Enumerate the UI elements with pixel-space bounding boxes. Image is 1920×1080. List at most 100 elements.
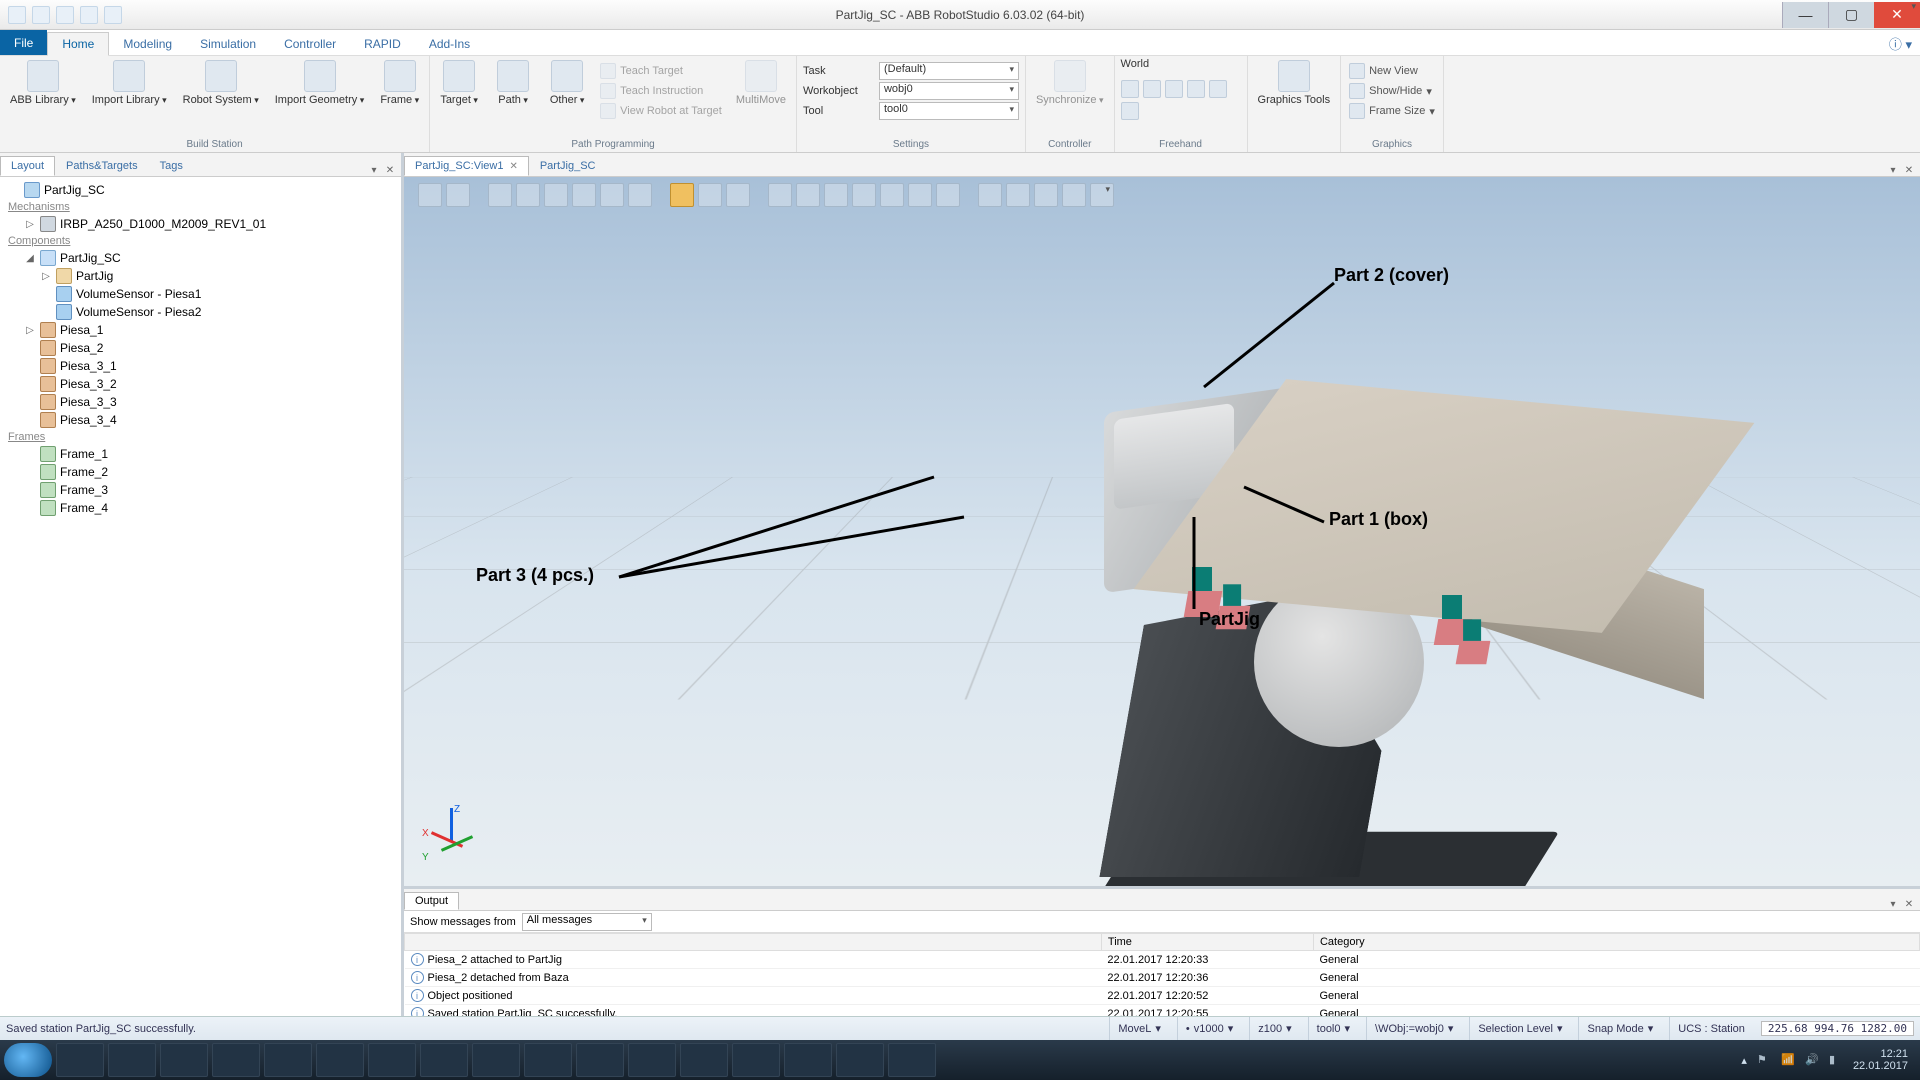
- tray-battery-icon[interactable]: ▮: [1829, 1053, 1843, 1067]
- vp-tool-icon[interactable]: [488, 183, 512, 207]
- status-zone[interactable]: z100 ▾: [1249, 1017, 1299, 1040]
- vp-tool-icon[interactable]: [698, 183, 722, 207]
- taskbar-app[interactable]: [420, 1043, 468, 1077]
- tree-comp-root[interactable]: PartJig_SC: [60, 251, 121, 265]
- vp-tool-icon[interactable]: [852, 183, 876, 207]
- vp-tool-icon[interactable]: [1034, 183, 1058, 207]
- import-library-button[interactable]: Import Library: [88, 58, 171, 108]
- task-select[interactable]: (Default): [879, 62, 1019, 80]
- tags-tab[interactable]: Tags: [149, 156, 194, 176]
- start-button[interactable]: [4, 1043, 52, 1077]
- tree-piesa[interactable]: Piesa_3_2: [60, 377, 117, 391]
- controller-tab[interactable]: Controller: [270, 33, 350, 55]
- taskbar-app[interactable]: [56, 1043, 104, 1077]
- expander-icon[interactable]: ▷: [40, 271, 52, 282]
- target-button[interactable]: Target: [436, 58, 482, 108]
- panel-close-icon[interactable]: ✕: [383, 165, 397, 176]
- taskbar-app[interactable]: [524, 1043, 572, 1077]
- tree-frame[interactable]: Frame_3: [60, 483, 108, 497]
- workobject-select[interactable]: wobj0: [879, 82, 1019, 100]
- taskbar-app[interactable]: [212, 1043, 260, 1077]
- qat-screenshot-icon[interactable]: [80, 6, 98, 24]
- tree-partjig[interactable]: PartJig: [76, 269, 113, 283]
- vp-tool-icon[interactable]: [572, 183, 596, 207]
- output-grid[interactable]: TimeCategory iPiesa_2 attached to PartJi…: [404, 933, 1920, 1016]
- qat-undo-icon[interactable]: [32, 6, 50, 24]
- taskbar-app[interactable]: [784, 1043, 832, 1077]
- expander-icon[interactable]: ▷: [24, 219, 36, 230]
- view-tab-1[interactable]: PartJig_SC:View1✕: [404, 156, 529, 176]
- vp-tool-icon[interactable]: [446, 183, 470, 207]
- tree-piesa[interactable]: Piesa_3_3: [60, 395, 117, 409]
- layout-tab[interactable]: Layout: [0, 156, 55, 176]
- col-category[interactable]: Category: [1313, 934, 1919, 951]
- status-tool[interactable]: tool0 ▾: [1308, 1017, 1358, 1040]
- vp-tool-icon[interactable]: [600, 183, 624, 207]
- qat-redo-icon[interactable]: [56, 6, 74, 24]
- expander-icon[interactable]: ▷: [24, 325, 36, 336]
- tree-frame[interactable]: Frame_2: [60, 465, 108, 479]
- qat-save-icon[interactable]: [8, 6, 26, 24]
- taskbar-app[interactable]: [368, 1043, 416, 1077]
- tray-sound-icon[interactable]: 🔊: [1805, 1053, 1819, 1067]
- freehand-icon[interactable]: [1143, 80, 1161, 98]
- teach-instruction-button[interactable]: Teach Instruction: [598, 82, 724, 100]
- freehand-icon[interactable]: [1209, 80, 1227, 98]
- tree-root[interactable]: PartJig_SC: [44, 183, 105, 197]
- vp-tool-icon[interactable]: [516, 183, 540, 207]
- file-tab[interactable]: File: [0, 30, 47, 55]
- taskbar-app[interactable]: [316, 1043, 364, 1077]
- filter-select[interactable]: All messages: [522, 913, 652, 931]
- vp-tool-icon[interactable]: [908, 183, 932, 207]
- tree-robot[interactable]: IRBP_A250_D1000_M2009_REV1_01: [60, 217, 266, 231]
- tree-piesa[interactable]: Piesa_1: [60, 323, 103, 337]
- tray-network-icon[interactable]: 📶: [1781, 1053, 1795, 1067]
- vp-tool-icon[interactable]: [768, 183, 792, 207]
- freehand-icon[interactable]: [1121, 102, 1139, 120]
- tree-vs1[interactable]: VolumeSensor - Piesa1: [76, 287, 201, 301]
- simulation-tab[interactable]: Simulation: [186, 33, 270, 55]
- status-movel[interactable]: MoveL ▾: [1109, 1017, 1169, 1040]
- vp-tool-icon[interactable]: [796, 183, 820, 207]
- taskbar-app[interactable]: [576, 1043, 624, 1077]
- tree-frame[interactable]: Frame_4: [60, 501, 108, 515]
- modeling-tab[interactable]: Modeling: [109, 33, 186, 55]
- status-snap-mode[interactable]: Snap Mode ▾: [1578, 1017, 1661, 1040]
- tree-piesa[interactable]: Piesa_3_1: [60, 359, 117, 373]
- taskbar-app[interactable]: [888, 1043, 936, 1077]
- vp-tool-icon[interactable]: [1006, 183, 1030, 207]
- freehand-icon[interactable]: [1121, 80, 1139, 98]
- taskbar-app[interactable]: [628, 1043, 676, 1077]
- output-close-icon[interactable]: ✕: [1902, 899, 1916, 910]
- taskbar-app[interactable]: [732, 1043, 780, 1077]
- status-selection-level[interactable]: Selection Level ▾: [1469, 1017, 1570, 1040]
- path-button[interactable]: Path: [490, 58, 536, 108]
- taskbar-app[interactable]: [160, 1043, 208, 1077]
- vp-tool-icon[interactable]: [670, 183, 694, 207]
- vp-tool-icon[interactable]: [1062, 183, 1086, 207]
- taskbar-app[interactable]: [108, 1043, 156, 1077]
- robot-system-button[interactable]: Robot System: [179, 58, 263, 108]
- tree-frame[interactable]: Frame_1: [60, 447, 108, 461]
- vp-tool-icon[interactable]: [880, 183, 904, 207]
- ribbon-help-icon[interactable]: ⓘ ▾: [1889, 34, 1912, 53]
- system-tray[interactable]: ▴ ⚑ 📶 🔊 ▮ 12:21 22.01.2017: [1741, 1048, 1916, 1072]
- output-row[interactable]: iSaved station PartJig_SC successfully.2…: [405, 1005, 1920, 1017]
- view-tab-2[interactable]: PartJig_SC: [529, 156, 607, 176]
- tray-clock[interactable]: 12:21 22.01.2017: [1853, 1048, 1908, 1072]
- abb-library-button[interactable]: ABB Library: [6, 58, 80, 108]
- paths-targets-tab[interactable]: Paths&Targets: [55, 156, 149, 176]
- vp-tool-icon[interactable]: [544, 183, 568, 207]
- graphics-tools-button[interactable]: Graphics Tools: [1254, 58, 1335, 108]
- world-select[interactable]: World: [1121, 58, 1241, 70]
- col-time[interactable]: Time: [1101, 934, 1313, 951]
- freehand-icon[interactable]: [1165, 80, 1183, 98]
- viewtabs-menu-icon[interactable]: ▾: [1886, 165, 1900, 176]
- output-tab[interactable]: Output: [404, 892, 459, 910]
- vp-tool-icon[interactable]: [1090, 183, 1114, 207]
- tab-close-icon[interactable]: ✕: [509, 161, 517, 172]
- taskbar-app[interactable]: [680, 1043, 728, 1077]
- tray-flag-icon[interactable]: ⚑: [1757, 1053, 1771, 1067]
- output-row[interactable]: iPiesa_2 detached from Baza22.01.2017 12…: [405, 969, 1920, 987]
- 3d-viewport[interactable]: Part 2 (cover) Part 1 (box) Part 3 (4 pc…: [404, 177, 1920, 886]
